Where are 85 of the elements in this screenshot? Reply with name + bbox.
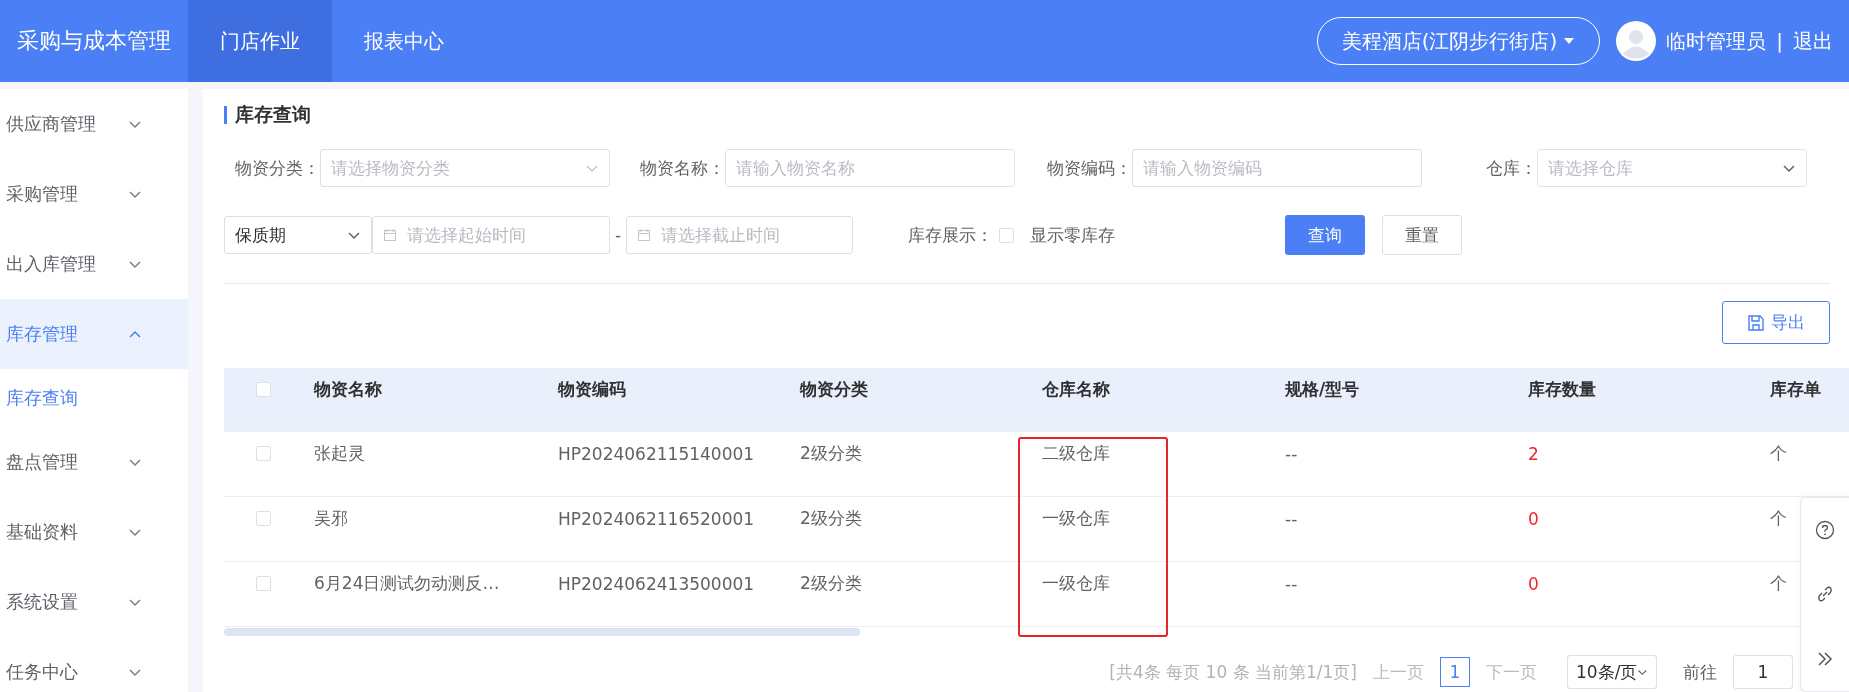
table-cell-text: 二级仓库 bbox=[1041, 442, 1111, 466]
menu-label: 系统设置 bbox=[6, 590, 78, 614]
menu-item[interactable]: 采购管理 bbox=[0, 159, 188, 229]
menu-label: 基础资料 bbox=[6, 520, 78, 544]
table-cell-text: 2级分类 bbox=[799, 442, 863, 466]
checkbox[interactable] bbox=[255, 382, 271, 397]
input-field[interactable]: 请输入物资编码 bbox=[1132, 149, 1422, 187]
user-name: 临时管理员 bbox=[1666, 27, 1767, 55]
menu-label: 出入库管理 bbox=[6, 252, 96, 276]
submenu-item[interactable]: 库存查询 bbox=[0, 369, 188, 427]
page-title: 库存查询 bbox=[235, 102, 311, 127]
reset-button[interactable]: 重置 bbox=[1382, 215, 1463, 255]
select-field[interactable]: 请选择仓库 bbox=[1537, 149, 1807, 187]
help-icon[interactable] bbox=[1815, 520, 1835, 541]
range-separator: - bbox=[615, 225, 622, 245]
nav-tab[interactable]: 门店作业 bbox=[188, 0, 332, 82]
menu-item[interactable]: 库存管理 bbox=[0, 299, 188, 369]
menu-item[interactable]: 供应商管理 bbox=[0, 89, 188, 159]
checkbox[interactable] bbox=[255, 576, 271, 592]
table-cell-text: 个 bbox=[1769, 572, 1788, 596]
menu-label: 盘点管理 bbox=[6, 450, 78, 474]
table-cell-text: 个 bbox=[1769, 507, 1788, 531]
column-header: 物资分类 bbox=[798, 378, 869, 401]
table-cell-text: -- bbox=[1284, 508, 1299, 529]
caret-icon bbox=[1563, 37, 1576, 45]
goto-page-field[interactable]: 1 bbox=[1733, 655, 1793, 689]
avatar-icon bbox=[1616, 21, 1657, 61]
menu-item[interactable]: 基础资料 bbox=[0, 497, 188, 567]
column-header: 物资名称 bbox=[312, 378, 383, 401]
table-cell-text: 2 bbox=[1527, 443, 1540, 464]
calendar-icon bbox=[383, 228, 397, 242]
column-header: 仓库名称 bbox=[1041, 378, 1111, 401]
scrollbar-thumb[interactable] bbox=[224, 628, 860, 636]
select-field[interactable]: 请选择物资分类 bbox=[320, 149, 610, 187]
goto-label: 前往 bbox=[1683, 660, 1717, 684]
table-cell-text: -- bbox=[1284, 573, 1299, 594]
export-button[interactable]: 导出 bbox=[1722, 301, 1830, 344]
select-field[interactable]: 保质期 bbox=[224, 216, 372, 254]
filter-label: 库存展示： bbox=[908, 223, 994, 247]
search-button[interactable]: 查询 bbox=[1285, 215, 1366, 255]
filter-label: 仓库： bbox=[1485, 156, 1537, 180]
nav-tab[interactable]: 报表中心 bbox=[332, 0, 476, 82]
calendar-icon bbox=[637, 228, 652, 242]
table-cell-text: 0 bbox=[1527, 508, 1540, 529]
menu-label: 任务中心 bbox=[6, 660, 78, 684]
menu-label: 库存管理 bbox=[6, 322, 78, 346]
filter-label: 物资分类： bbox=[234, 156, 320, 180]
app-title: 采购与成本管理 bbox=[16, 27, 172, 55]
menu-label: 采购管理 bbox=[6, 182, 78, 206]
table-cell-text: 张起灵 bbox=[313, 442, 366, 466]
page-size-select[interactable]: 10条/页 bbox=[1567, 655, 1657, 689]
table-cell-text: 个 bbox=[1769, 442, 1788, 466]
menu-item[interactable]: 系统设置 bbox=[0, 567, 188, 637]
table-cell-text: 2级分类 bbox=[799, 507, 863, 531]
separator-text: | bbox=[1776, 29, 1783, 53]
checkbox-label: 显示零库存 bbox=[1030, 223, 1116, 247]
date-field[interactable]: 请选择截止时间 bbox=[626, 216, 854, 254]
date-field[interactable]: 请选择起始时间 bbox=[372, 216, 610, 254]
filter-label: 物资编码： bbox=[1046, 156, 1132, 180]
table-cell-text: HP2024062115140001 bbox=[557, 443, 756, 464]
checkbox[interactable] bbox=[255, 446, 271, 462]
menu-label: 供应商管理 bbox=[6, 112, 96, 136]
logout-link[interactable]: 退出 bbox=[1793, 27, 1833, 55]
table-cell-text: 一级仓库 bbox=[1041, 572, 1111, 596]
checkbox[interactable] bbox=[999, 227, 1015, 243]
table-cell-text: 2级分类 bbox=[799, 572, 863, 596]
menu-item[interactable]: 出入库管理 bbox=[0, 229, 188, 299]
table-cell-text: 吴邪 bbox=[313, 507, 349, 531]
input-field[interactable]: 请输入物资名称 bbox=[725, 149, 1015, 187]
table-cell-text: -- bbox=[1284, 443, 1299, 464]
table-cell-text: 6月24日测试勿动测反… bbox=[313, 572, 501, 596]
table-cell-text: 一级仓库 bbox=[1041, 507, 1111, 531]
checkbox[interactable] bbox=[255, 511, 271, 527]
page-number[interactable]: 1 bbox=[1440, 657, 1470, 687]
table-cell-text: 0 bbox=[1527, 573, 1540, 594]
pagination-summary: [共4条 每页 10 条 当前第1/1页] bbox=[1109, 660, 1357, 684]
menu-item[interactable]: 任务中心 bbox=[0, 637, 188, 692]
column-header: 规格/型号 bbox=[1284, 378, 1361, 401]
save-icon bbox=[1747, 313, 1765, 332]
menu-item[interactable]: 盘点管理 bbox=[0, 427, 188, 497]
table-cell-text: HP2024062413500001 bbox=[557, 573, 756, 594]
table-cell-text: HP2024062116520001 bbox=[557, 508, 756, 529]
column-header: 库存数量 bbox=[1527, 378, 1597, 401]
column-header: 物资编码 bbox=[556, 378, 627, 401]
filter-label: 物资名称： bbox=[639, 156, 725, 180]
